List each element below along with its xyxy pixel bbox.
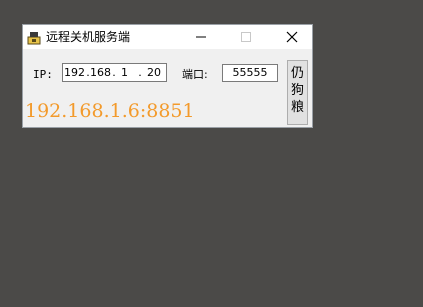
ip-segment-1[interactable]: 192 <box>64 66 85 79</box>
ip-segment-2[interactable]: 168 <box>90 66 111 79</box>
window-title: 远程关机服务端 <box>46 30 131 44</box>
ip-address-input[interactable]: 192 . 168 . 1 . 20 <box>62 63 167 82</box>
ip-segment-4[interactable]: 20 <box>141 66 161 79</box>
port-label: 端口: <box>182 68 208 81</box>
maximize-button[interactable] <box>223 25 268 49</box>
maximize-icon <box>240 32 251 42</box>
ip-segment-3[interactable]: 1 <box>108 66 128 79</box>
ip-label: IP: <box>33 68 53 81</box>
action-button[interactable]: 仍狗粮 <box>287 60 308 125</box>
minimize-button[interactable] <box>178 25 223 49</box>
title-bar[interactable]: 远程关机服务端 <box>23 25 312 49</box>
app-window: 远程关机服务端 IP: 192 . 168 . 1 . 20 端口: 55555… <box>22 24 313 128</box>
server-address-display: 192.168.1.6:8851 <box>25 100 195 122</box>
app-icon <box>27 30 41 45</box>
port-input[interactable]: 55555 <box>222 64 278 82</box>
minimize-icon <box>195 36 206 38</box>
close-button[interactable] <box>269 25 314 49</box>
close-icon <box>286 31 297 43</box>
